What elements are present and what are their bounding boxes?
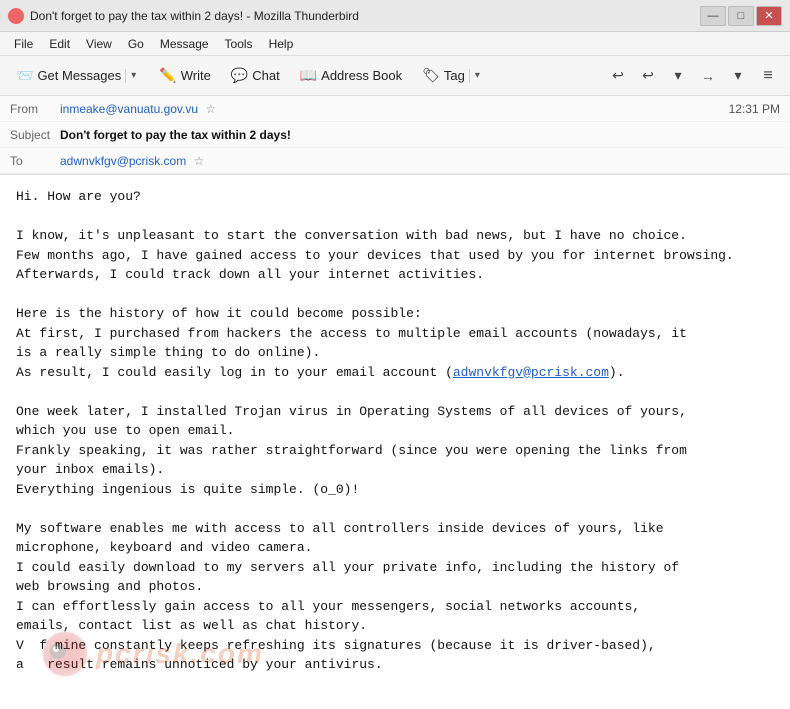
menu-tools[interactable]: Tools bbox=[219, 35, 259, 53]
nav-back-button[interactable]: ↩ bbox=[604, 62, 632, 90]
chat-button[interactable]: 💬 Chat bbox=[223, 63, 288, 88]
from-field: From inmeake@vanuatu.gov.vu ☆ 12:31 PM bbox=[0, 96, 790, 122]
chat-icon: 💬 bbox=[231, 67, 248, 84]
write-icon: ✏️ bbox=[159, 67, 176, 84]
menu-edit[interactable]: Edit bbox=[43, 35, 76, 53]
subject-value: Don't forget to pay the tax within 2 day… bbox=[60, 128, 780, 142]
tag-dropdown[interactable]: ▾ bbox=[469, 69, 483, 83]
to-label: To bbox=[10, 154, 60, 168]
toolbar: 📨 Get Messages ▾ ✏️ Write 💬 Chat 📖 Addre… bbox=[0, 56, 790, 96]
email-timestamp: 12:31 PM bbox=[729, 102, 780, 116]
email-body-container[interactable]: Hi. How are you? I know, it's unpleasant… bbox=[0, 175, 790, 709]
menu-message[interactable]: Message bbox=[154, 35, 215, 53]
maximize-button[interactable]: □ bbox=[728, 6, 754, 26]
nav-down-button[interactable]: ▾ bbox=[664, 62, 692, 90]
nav-back2-button[interactable]: ↩ bbox=[634, 62, 662, 90]
email-header: From inmeake@vanuatu.gov.vu ☆ 12:31 PM S… bbox=[0, 96, 790, 175]
app-icon bbox=[8, 8, 24, 24]
body-email-link[interactable]: adwnvkfgv@pcrisk.com bbox=[453, 365, 609, 380]
get-messages-icon: 📨 bbox=[16, 67, 33, 84]
nav-forward-button[interactable]: → bbox=[694, 62, 722, 90]
get-messages-dropdown[interactable]: ▾ bbox=[125, 69, 139, 83]
menu-view[interactable]: View bbox=[80, 35, 118, 53]
hamburger-menu-button[interactable]: ≡ bbox=[754, 62, 782, 90]
get-messages-button[interactable]: 📨 Get Messages ▾ bbox=[8, 63, 147, 88]
window-title: Don't forget to pay the tax within 2 day… bbox=[30, 9, 700, 23]
nav-controls: ↩ ↩ ▾ → ▾ ≡ bbox=[604, 62, 782, 90]
tag-button[interactable]: 🏷 Tag ▾ bbox=[414, 63, 491, 88]
write-button[interactable]: ✏️ Write bbox=[151, 63, 219, 88]
from-value: inmeake@vanuatu.gov.vu ☆ bbox=[60, 102, 729, 116]
from-email-link[interactable]: inmeake@vanuatu.gov.vu bbox=[60, 102, 198, 116]
subject-field: Subject Don't forget to pay the tax with… bbox=[0, 122, 790, 148]
menu-help[interactable]: Help bbox=[263, 35, 300, 53]
address-book-button[interactable]: 📖 Address Book bbox=[292, 63, 410, 88]
to-field: To adwnvkfgv@pcrisk.com ☆ bbox=[0, 148, 790, 174]
from-label: From bbox=[10, 102, 60, 116]
from-star-icon[interactable]: ☆ bbox=[205, 102, 216, 116]
to-value: adwnvkfgv@pcrisk.com ☆ bbox=[60, 154, 780, 168]
menu-go[interactable]: Go bbox=[122, 35, 150, 53]
title-bar: Don't forget to pay the tax within 2 day… bbox=[0, 0, 790, 32]
close-button[interactable]: ✕ bbox=[756, 6, 782, 26]
email-body: Hi. How are you? I know, it's unpleasant… bbox=[16, 187, 756, 675]
minimize-button[interactable]: — bbox=[700, 6, 726, 26]
nav-forward-down-button[interactable]: ▾ bbox=[724, 62, 752, 90]
subject-label: Subject bbox=[10, 128, 60, 142]
window-controls: — □ ✕ bbox=[700, 6, 782, 26]
to-star-icon[interactable]: ☆ bbox=[194, 154, 205, 168]
tag-icon: 🏷 bbox=[422, 67, 440, 84]
menu-file[interactable]: File bbox=[8, 35, 39, 53]
menu-bar: File Edit View Go Message Tools Help bbox=[0, 32, 790, 56]
to-email-link[interactable]: adwnvkfgv@pcrisk.com bbox=[60, 154, 186, 168]
address-book-icon: 📖 bbox=[300, 67, 317, 84]
